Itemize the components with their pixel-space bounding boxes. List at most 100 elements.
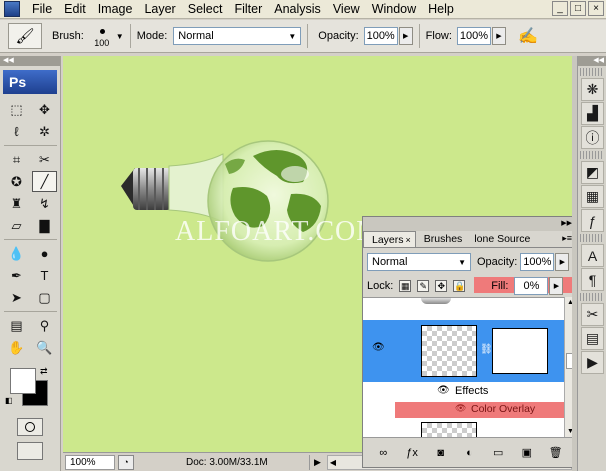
type-tool[interactable]: T <box>32 265 57 286</box>
opacity-slider-button[interactable]: ▶ <box>398 27 413 45</box>
airbrush-icon[interactable]: ✍ <box>516 24 540 48</box>
tool-preset-picker[interactable]: 🖌 <box>8 23 42 49</box>
info-icon[interactable]: ⓘ <box>581 126 604 149</box>
marquee-tool[interactable]: ⬚ <box>4 99 29 120</box>
menu-edit[interactable]: Edit <box>58 0 92 19</box>
new-layer-icon[interactable]: ▣ <box>519 446 535 459</box>
actions-icon[interactable]: ▤ <box>581 327 604 350</box>
paragraph-icon[interactable]: ¶ <box>581 268 604 291</box>
menu-image[interactable]: Image <box>92 0 139 19</box>
dock-grip[interactable] <box>580 234 604 242</box>
crop-tool[interactable]: ⌗ <box>4 149 29 170</box>
zoom-field[interactable]: 100% <box>65 454 115 470</box>
brush-tool[interactable]: ╱ <box>32 171 57 192</box>
slice-tool[interactable]: ✂ <box>32 149 57 170</box>
panel-collapse-bar[interactable]: ▶▶ <box>363 217 576 231</box>
brush-picker[interactable]: 100 <box>90 22 114 50</box>
default-colors-icon[interactable]: ◧ <box>5 396 15 406</box>
dock-grip[interactable] <box>580 151 604 159</box>
new-group-icon[interactable]: ▭ <box>490 446 506 459</box>
eye-icon[interactable]: 👁 <box>372 342 385 353</box>
close-icon[interactable]: × <box>406 235 411 245</box>
restore-button[interactable]: □ <box>570 1 586 16</box>
layer-thumbnail[interactable] <box>421 325 477 377</box>
tab-layers[interactable]: Layers × <box>363 231 416 247</box>
notes-tool[interactable]: ▤ <box>4 315 29 336</box>
menu-analysis[interactable]: Analysis <box>268 0 327 19</box>
path-selection-tool[interactable]: ➤ <box>4 287 29 308</box>
screen-mode-button[interactable] <box>17 442 43 460</box>
quick-mask-button[interactable] <box>17 418 43 436</box>
dock-grip[interactable] <box>580 68 604 76</box>
layer-opacity-field[interactable]: 100% <box>520 253 555 271</box>
scroll-left-icon[interactable]: ◀ <box>330 458 336 467</box>
fill-slider-button[interactable]: ▶ <box>549 277 564 295</box>
menu-window[interactable]: Window <box>366 0 422 19</box>
link-icon[interactable]: ⛓ <box>480 344 493 355</box>
add-layer-style-icon[interactable]: ƒx <box>404 447 420 459</box>
toolbox-grip[interactable]: ◀◀ <box>0 56 60 66</box>
zoom-tool[interactable]: 🔍 <box>32 337 57 358</box>
color-icon[interactable]: ◩ <box>581 161 604 184</box>
tools-preset-icon[interactable]: ✂ <box>581 303 604 326</box>
magic-wand-tool[interactable]: ✲ <box>32 121 57 142</box>
dock-collapse-bar[interactable]: ◀◀ <box>578 56 606 66</box>
add-mask-icon[interactable]: ◙ <box>433 447 449 459</box>
gradient-tool[interactable]: ▇ <box>32 215 57 236</box>
swap-colors-icon[interactable]: ⇄ <box>40 366 48 377</box>
minimize-button[interactable]: _ <box>552 1 568 16</box>
histogram-icon[interactable]: ▟ <box>581 102 604 125</box>
blur-tool[interactable]: 💧 <box>4 243 29 264</box>
flow-slider-button[interactable]: ▶ <box>491 27 506 45</box>
menu-help[interactable]: Help <box>422 0 460 19</box>
flow-field[interactable]: 100% <box>456 27 491 45</box>
menu-layer[interactable]: Layer <box>138 0 181 19</box>
layer-list[interactable]: 👁 ⛓ 👁 Effects 👁 Color Overlay <box>363 297 564 437</box>
styles-icon[interactable]: ƒ <box>581 209 604 232</box>
play-icon[interactable]: ▶ <box>581 351 604 374</box>
swatches-icon[interactable]: ▦ <box>581 185 604 208</box>
color-overlay-row[interactable]: 👁 Color Overlay <box>395 402 564 418</box>
menu-view[interactable]: View <box>327 0 366 19</box>
close-button[interactable]: × <box>588 1 604 16</box>
tab-brushes[interactable]: Brushes <box>416 231 467 247</box>
link-layers-icon[interactable]: ∞ <box>375 447 391 459</box>
chevron-down-icon[interactable]: ▼ <box>116 32 124 41</box>
effects-eye-icon[interactable]: 👁 <box>437 385 450 396</box>
menu-select[interactable]: Select <box>182 0 229 19</box>
mode-select[interactable]: Normal ▼ <box>173 27 302 45</box>
lock-pixels-icon[interactable]: ✎ <box>417 280 430 292</box>
opacity-field[interactable]: 100% <box>363 27 398 45</box>
delete-layer-icon[interactable]: 🗑 <box>548 446 564 459</box>
status-arrow-icon[interactable]: ▶ <box>314 457 321 468</box>
dodge-tool[interactable]: ● <box>32 243 57 264</box>
adjustment-layer-icon[interactable]: ◐ <box>461 447 477 459</box>
color-overlay-eye-icon[interactable]: 👁 <box>455 403 466 414</box>
blend-mode-select[interactable]: Normal ▼ <box>367 253 471 271</box>
eraser-tool[interactable]: ▱ <box>4 215 29 236</box>
fill-field[interactable]: 0% <box>514 277 549 295</box>
healing-brush-tool[interactable]: ✪ <box>4 171 29 192</box>
lock-all-icon[interactable]: 🔒 <box>453 280 466 292</box>
lasso-tool[interactable]: ℓ <box>4 121 29 142</box>
layer-thumbnail[interactable] <box>421 422 477 437</box>
effects-row[interactable]: 👁 Effects <box>363 382 564 402</box>
pen-tool[interactable]: ✒ <box>4 265 29 286</box>
photoshop-app-icon[interactable] <box>4 1 20 17</box>
clone-stamp-tool[interactable]: ♜ <box>4 193 29 214</box>
status-menu-icon[interactable]: ◔ <box>118 454 134 470</box>
photoshop-logo[interactable]: Ps <box>3 70 57 94</box>
menu-filter[interactable]: Filter <box>228 0 268 19</box>
lock-transparency-icon[interactable]: ▦ <box>399 280 412 292</box>
foreground-color-swatch[interactable] <box>10 368 36 394</box>
tab-clone-source[interactable]: lone Source <box>466 231 534 247</box>
selected-layer-row[interactable]: 👁 ⛓ <box>363 320 564 382</box>
dock-grip[interactable] <box>580 293 604 301</box>
hand-tool[interactable]: ✋ <box>4 337 29 358</box>
menu-file[interactable]: File <box>26 0 58 19</box>
layer-opacity-slider-button[interactable]: ▶ <box>555 253 570 271</box>
shape-tool[interactable]: ▢ <box>32 287 57 308</box>
move-tool[interactable]: ✥ <box>32 99 57 120</box>
history-brush-tool[interactable]: ↯ <box>32 193 57 214</box>
lock-position-icon[interactable]: ✥ <box>435 280 448 292</box>
